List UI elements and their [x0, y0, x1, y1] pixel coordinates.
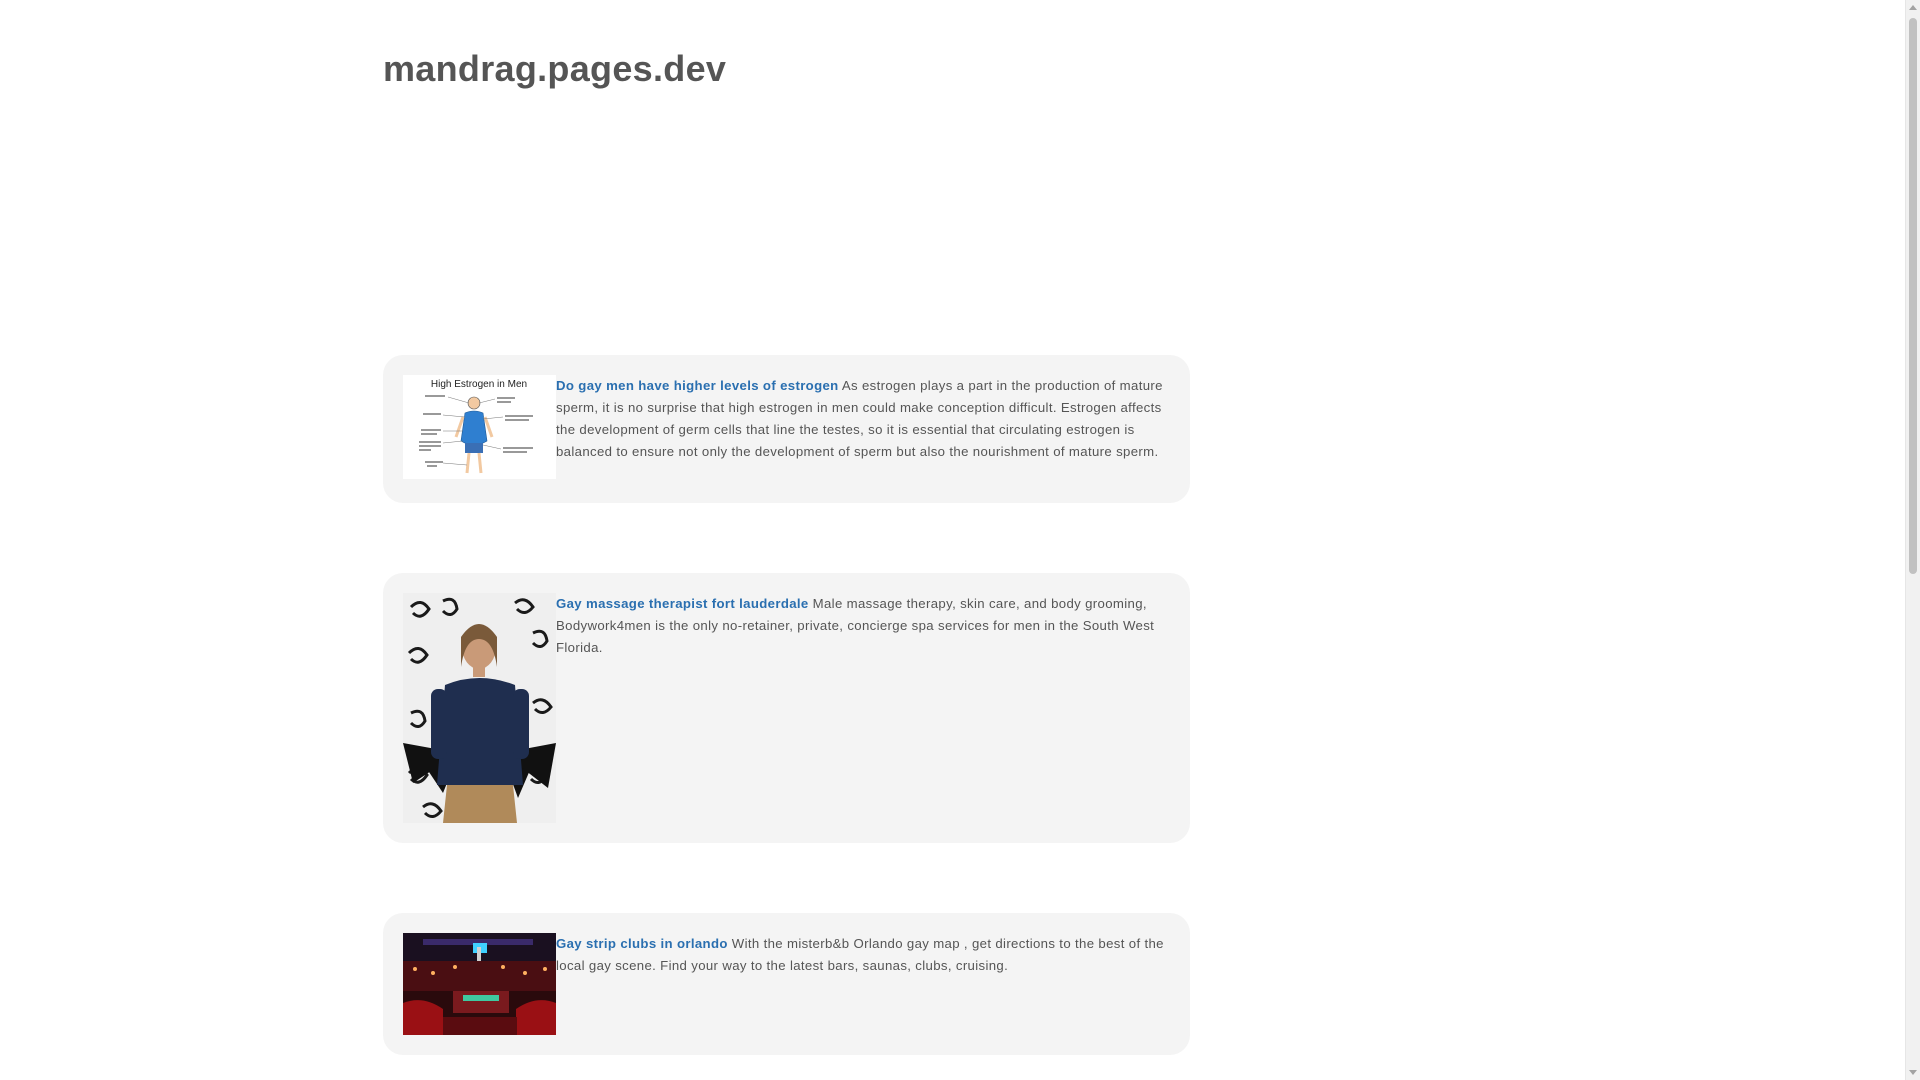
site-title[interactable]: mandrag.pages.dev — [383, 48, 726, 90]
post-card: Gay strip clubs in orlando With the mist… — [383, 913, 1190, 1055]
scroll-down-arrow-icon[interactable] — [1909, 1070, 1917, 1075]
massage-therapist-photo — [403, 593, 556, 823]
strip-club-photo — [403, 933, 556, 1035]
post-thumbnail[interactable]: High Estrogen in Men — [403, 375, 556, 479]
post-excerpt: Gay massage therapist fort lauderdale Ma… — [556, 593, 1170, 659]
page: mandrag.pages.dev High Estrogen in Men D… — [0, 0, 1905, 1080]
scrollbar-thumb[interactable] — [1909, 18, 1917, 574]
post-title-link[interactable]: Gay massage therapist fort lauderdale — [556, 596, 809, 611]
post-thumbnail[interactable] — [403, 593, 556, 823]
estrogen-diagram-image: High Estrogen in Men — [403, 375, 556, 479]
vertical-scrollbar[interactable] — [1905, 0, 1920, 1080]
post-title-link[interactable]: Gay strip clubs in orlando — [556, 936, 728, 951]
post-excerpt: Gay strip clubs in orlando With the mist… — [556, 933, 1170, 977]
post-thumbnail[interactable] — [403, 933, 556, 1035]
image-caption: High Estrogen in Men — [431, 379, 527, 390]
post-excerpt: Do gay men have higher levels of estroge… — [556, 375, 1170, 463]
post-title-link[interactable]: Do gay men have higher levels of estroge… — [556, 378, 839, 393]
post-card: Gay massage therapist fort lauderdale Ma… — [383, 573, 1190, 843]
scroll-up-arrow-icon[interactable] — [1909, 5, 1917, 10]
post-card: High Estrogen in Men Do gay men have hig… — [383, 355, 1190, 503]
